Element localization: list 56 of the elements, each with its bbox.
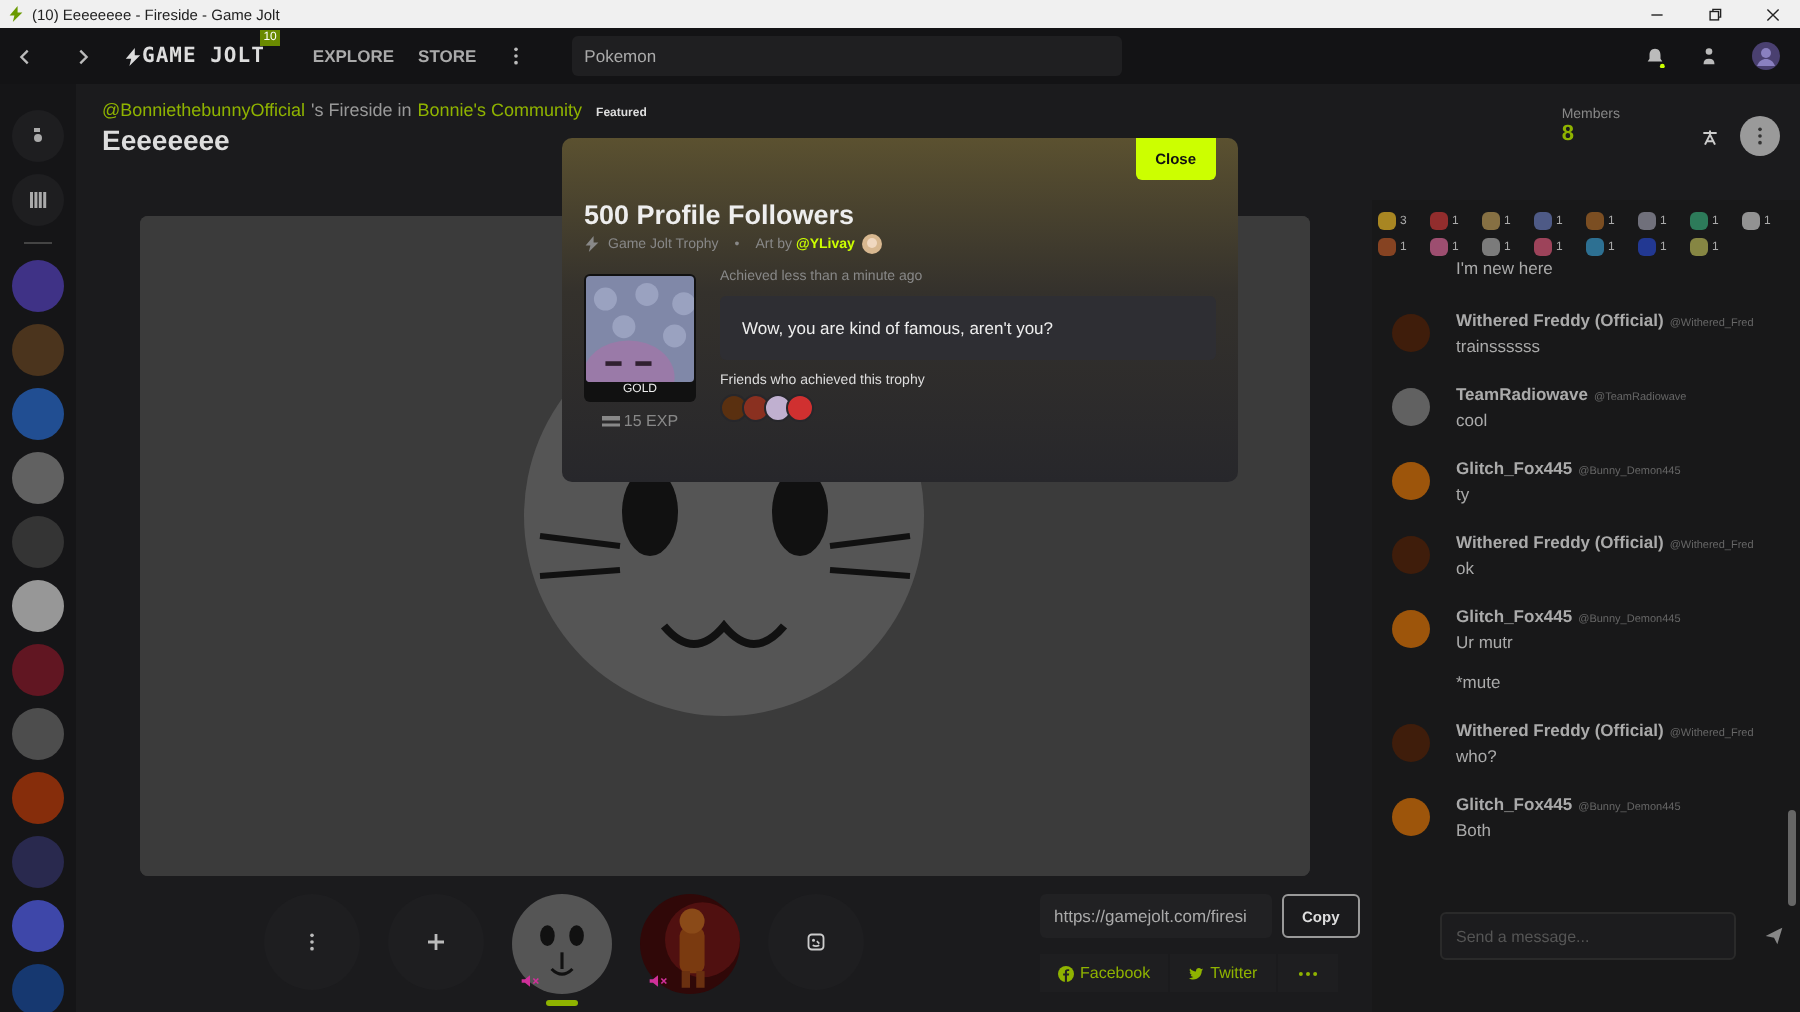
lightning-icon xyxy=(124,47,142,65)
username[interactable]: Withered Freddy (Official) xyxy=(1456,532,1664,552)
username[interactable]: Glitch_Fox445 xyxy=(1456,458,1573,478)
translate-icon[interactable] xyxy=(1700,128,1720,148)
community-avatar[interactable] xyxy=(12,580,64,632)
username[interactable]: Glitch_Fox445 xyxy=(1456,794,1573,814)
search-field[interactable]: Pokemon xyxy=(572,36,1123,76)
bell-icon[interactable] xyxy=(1644,45,1666,67)
message-field[interactable]: Send a message... xyxy=(1440,912,1736,960)
user-avatar[interactable] xyxy=(1392,798,1430,836)
maximize-icon[interactable] xyxy=(1708,7,1722,21)
message-text: Ur mutr xyxy=(1456,632,1515,652)
logo[interactable]: GAME JOLT xyxy=(142,44,265,68)
lightning-icon xyxy=(8,6,24,22)
more-icon[interactable] xyxy=(512,46,521,66)
members-count: 8 xyxy=(1561,122,1574,146)
fireside-button[interactable] xyxy=(12,110,64,162)
message-text: trainssssss xyxy=(1456,336,1543,356)
user-avatar[interactable] xyxy=(1392,610,1430,648)
username[interactable]: Glitch_Fox445 xyxy=(1456,606,1573,626)
user-avatar[interactable] xyxy=(1752,42,1780,70)
facebook-icon xyxy=(1058,965,1074,981)
community-link[interactable]: Bonnie's Community xyxy=(417,100,583,120)
message-text: cool xyxy=(1456,410,1490,430)
back-icon[interactable] xyxy=(16,47,34,65)
bird-icon xyxy=(1188,965,1205,981)
username[interactable]: TeamRadiowave xyxy=(1456,384,1588,404)
message-text: *mute xyxy=(1456,672,1503,692)
books-icon xyxy=(28,190,48,210)
message-text: ty xyxy=(1456,484,1472,504)
forward-icon[interactable] xyxy=(74,47,92,65)
more-button[interactable] xyxy=(1740,116,1780,156)
send-icon[interactable] xyxy=(1764,926,1784,946)
fireside-title: Eeeeeeee xyxy=(102,124,232,156)
message-text: I'm new here xyxy=(1456,258,1553,278)
message-text: Both xyxy=(1456,820,1493,840)
plus-icon xyxy=(426,932,446,952)
library-button[interactable] xyxy=(12,174,64,226)
host-link[interactable]: @BonniethebunnyOfficial xyxy=(102,100,306,120)
message-text: who? xyxy=(1456,746,1499,766)
user-avatar[interactable] xyxy=(1392,462,1430,500)
people-icon[interactable] xyxy=(1698,45,1720,67)
url-field[interactable]: https://gamejolt.com/firesi xyxy=(1040,894,1272,938)
fireside-label: 's Fireside in xyxy=(311,100,412,120)
nav-link[interactable]: STORE xyxy=(418,46,477,66)
nav-link[interactable]: EXPLORE xyxy=(312,46,395,66)
sticker-icon xyxy=(806,932,826,952)
more-icon xyxy=(1756,126,1764,146)
scrollbar[interactable] xyxy=(1788,810,1796,906)
username[interactable]: Withered Freddy (Official) xyxy=(1456,310,1664,330)
more-icon xyxy=(1297,969,1318,977)
user-avatar[interactable] xyxy=(1392,388,1430,426)
username[interactable]: Withered Freddy (Official) xyxy=(1456,720,1664,740)
community-avatar[interactable] xyxy=(12,452,64,504)
message-text: ok xyxy=(1456,558,1476,578)
close-icon[interactable] xyxy=(1766,7,1780,21)
